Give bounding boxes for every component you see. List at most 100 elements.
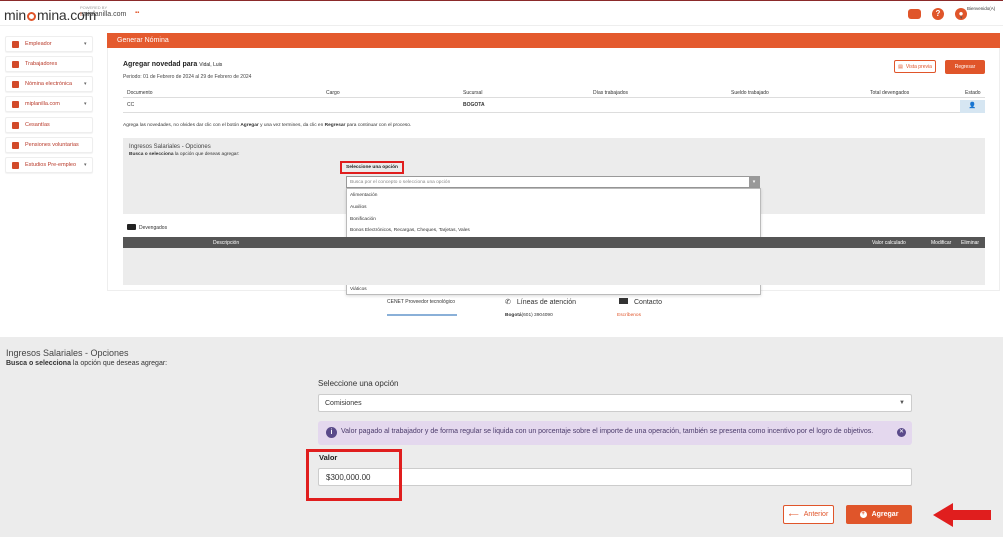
cell-sucursal: BOGOTA	[463, 102, 485, 108]
money-icon	[127, 224, 136, 230]
partner-logo: ımiplanilla.com	[80, 11, 127, 18]
instr-part: y una vez termines, da clic en	[258, 123, 325, 128]
vista-previa-label: Vista previa	[905, 63, 932, 70]
select-label-highlight: Seleccione una opción	[340, 161, 404, 174]
regresar-button[interactable]: Regresar	[945, 60, 985, 74]
sidebar-item-label: Nómina electrónica	[25, 81, 73, 87]
devengados-table-body	[123, 248, 985, 285]
lineas-label: Líneas de atención	[516, 299, 577, 306]
annotation-arrow-icon	[933, 503, 991, 527]
col-sueldo: Sueldo trabajado	[731, 90, 769, 96]
instr-part: para continuar con el proceso.	[345, 123, 412, 128]
hourglass-icon	[12, 141, 19, 149]
chat-icon[interactable]	[908, 9, 921, 19]
sidebar-item-label: Estudios Pre-empleo	[25, 162, 77, 168]
sidebar-item-miplanilla[interactable]: miplanilla.com ▾	[5, 96, 93, 112]
dropdown-option[interactable]: Viáticos	[347, 284, 760, 296]
contacto-label: Contacto	[634, 299, 663, 306]
ingresos-subtitle: Busca o selecciona la opción que deseas …	[129, 152, 239, 157]
powered-by-label: POWERED BY	[80, 5, 108, 10]
vista-previa-button[interactable]: ▤ Vista previa	[894, 60, 936, 73]
anterior-label: Anterior	[803, 511, 829, 518]
devengados-title: Devengados	[127, 224, 167, 231]
document-icon: ▤	[898, 63, 903, 70]
footer-cenet: CENET Proveedor tecnológico	[387, 299, 455, 305]
document-icon	[12, 80, 19, 88]
sidebar-item-label: Empleador	[25, 41, 52, 47]
chevron-down-icon: ▾	[84, 162, 87, 168]
instructions-text: Agrega las novedades, no olvides dar cli…	[123, 123, 411, 128]
bogota-label: Bogotá	[505, 313, 522, 318]
footer-contacto: Contacto	[619, 298, 662, 306]
col-documento: Documento	[127, 90, 153, 96]
agregar-button[interactable]: + Agregar	[846, 505, 912, 524]
novedad-title-text: Agregar novedad para	[123, 61, 198, 68]
selected-value: Comisiones	[325, 400, 362, 407]
sidebar-item-trabajadores[interactable]: Trabajadores	[5, 56, 93, 72]
employee-table-header: Documento Cargo Sucursal Días trabajados…	[123, 90, 985, 98]
employee-name: Vidal, Luis	[199, 62, 223, 68]
sidebar-item-label: Trabajadores	[25, 61, 58, 67]
user-search-icon	[12, 161, 19, 169]
footer-lineas: ✆ Líneas de atención	[505, 298, 576, 306]
sidebar-item-nomina-electronica[interactable]: Nómina electrónica ▾	[5, 76, 93, 92]
info-text: Valor pagado al trabajador y de forma re…	[341, 428, 874, 435]
concept-search-input[interactable]: Busca por el concepto o selecciona una o…	[346, 176, 760, 188]
info-alert: i Valor pagado al trabajador y de forma …	[318, 421, 912, 445]
piggy-bank-icon	[12, 121, 19, 129]
sub-rest: la opción que deseas agregar:	[70, 360, 168, 367]
sub-rest: la opción que deseas agregar:	[173, 152, 240, 157]
chevron-down-icon: ▾	[84, 81, 87, 87]
sub-bold: Busca o selecciona	[6, 360, 71, 367]
phone-icon: ✆	[505, 299, 511, 306]
file-icon	[12, 100, 19, 108]
dropdown-option[interactable]: Bonificación	[347, 214, 760, 226]
chevron-down-icon: ▾	[84, 101, 87, 107]
sidebar-item-empleador[interactable]: Empleador ▾	[5, 36, 93, 52]
welcome-text[interactable]: Bienvenido(A)	[967, 6, 995, 11]
novedad-title: Agregar novedad para Vidal, Luis	[123, 61, 222, 68]
search-placeholder: Busca por el concepto o selecciona una o…	[350, 180, 451, 185]
sidebar-item-estudios[interactable]: Estudios Pre-empleo ▾	[5, 157, 93, 173]
bogota-phone[interactable]: (601) 3904090	[522, 313, 553, 318]
user-check-icon[interactable]: 👤	[960, 100, 985, 113]
cenet-logo	[387, 314, 457, 320]
concept-select[interactable]: Comisiones ▼	[318, 394, 912, 412]
flag-icon: ▪▪	[135, 10, 140, 16]
detail-title: Ingresos Salariales - Opciones	[6, 348, 129, 358]
instr-bold: Agregar	[240, 123, 259, 128]
detail-subtitle: Busca o selecciona la opción que deseas …	[6, 360, 167, 367]
devengados-table-header: Descripción Valor calculado Modificar El…	[123, 237, 985, 248]
sidebar-item-label: miplanilla.com	[25, 101, 60, 107]
sidebar-item-cesantias[interactable]: Cesantías	[5, 117, 93, 133]
col-cargo: Cargo	[326, 90, 340, 96]
devengados-label: Devengados	[139, 225, 168, 231]
valor-input[interactable]: $300,000.00	[318, 468, 912, 486]
dropdown-option[interactable]: Alimentación	[347, 190, 760, 202]
plus-icon: +	[859, 511, 867, 518]
anterior-button[interactable]: ⟵ Anterior	[783, 505, 834, 524]
col-estado: Estado	[965, 90, 981, 96]
instr-part: Agrega las novedades, no olvides dar cli…	[123, 123, 241, 128]
detail-select-label: Seleccione una opción	[318, 379, 399, 388]
dropdown-option[interactable]: Bonos Electrónicos, Recargas, Cheques, T…	[347, 225, 760, 237]
sub-bold: Busca o selecciona	[129, 152, 174, 157]
users-icon	[12, 60, 19, 68]
table-row: CC BOGOTA 👤	[123, 100, 985, 113]
dropdown-option[interactable]: Auxilios	[347, 202, 760, 214]
chevron-down-icon[interactable]: ▾	[749, 177, 759, 187]
agregar-label: Agregar	[871, 511, 899, 518]
help-icon[interactable]: ?	[932, 8, 944, 20]
chevron-down-icon[interactable]: ▾	[960, 15, 963, 21]
building-icon	[12, 40, 19, 48]
footer-bogota: Bogotá(601) 3904090	[505, 313, 553, 318]
escribenos-link[interactable]: Escríbenos	[617, 313, 641, 318]
col-total: Total devengados	[870, 90, 910, 96]
chevron-down-icon: ▼	[899, 400, 905, 406]
sidebar-item-pensiones[interactable]: Pensiones voluntarias	[5, 137, 93, 153]
info-icon: i	[326, 427, 337, 438]
page-title: Generar Nómina	[107, 33, 1000, 48]
logo-ring-icon	[26, 12, 36, 21]
periodo-text: Periodo: 01 de Febrero de 2024 al 29 de …	[123, 74, 252, 80]
close-icon[interactable]: ✕	[897, 428, 906, 437]
